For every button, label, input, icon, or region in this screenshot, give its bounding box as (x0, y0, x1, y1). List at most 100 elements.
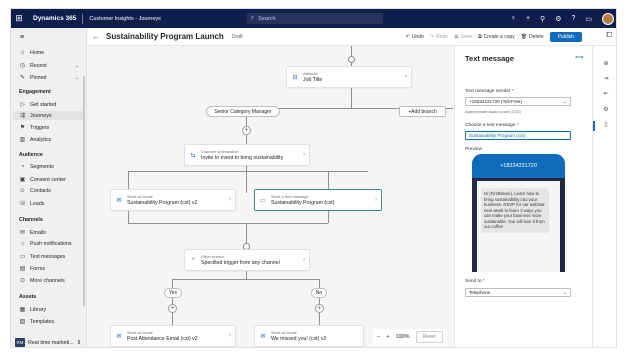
sender-label: Text message sender * (465, 89, 514, 94)
create-copy-button[interactable]: ⧉ Create a copy (478, 34, 515, 40)
mail-icon: ✉ (116, 197, 122, 204)
add-step-icon[interactable]: + (242, 126, 251, 135)
more-channels-icon: ⊙ (19, 278, 26, 284)
nav-item-triggers[interactable]: ⚑ Triggers (19, 124, 49, 132)
zoom-out-button[interactable]: − (377, 334, 380, 340)
delete-button[interactable]: 🗑 Delete (521, 34, 544, 40)
email-node[interactable]: ✉ Send an email Post Attendance Email (c… (110, 325, 236, 347)
chat-icon[interactable]: ▭ (585, 15, 592, 23)
nav-item-consent-center[interactable]: ▣ Consent center (19, 176, 66, 184)
mail-icon: ✉ (260, 333, 266, 340)
segments-icon: ◔ (20, 164, 25, 170)
help-icon[interactable]: ? (571, 15, 575, 22)
nav-label: Journeys (30, 112, 52, 119)
publish-button[interactable]: Publish (549, 32, 582, 42)
nav-item-more-channels[interactable]: ⊙ More channels (19, 277, 65, 285)
nav-item-pinned[interactable]: ✎ Pinned ⌄ (19, 74, 79, 82)
settings-icon[interactable]: ⚙ (593, 106, 616, 113)
chevron-down-icon[interactable]: ⌄ (75, 75, 79, 81)
filter-icon[interactable]: ⚲ (540, 15, 545, 23)
avatar[interactable] (602, 12, 614, 25)
entry-icon[interactable]: ⇥ (593, 75, 616, 82)
nav-item-leads[interactable]: ☏ Leads (19, 200, 45, 208)
nav-item-push-notifications[interactable]: ○ Push notifications (19, 241, 72, 247)
preview-label: Preview (465, 147, 483, 152)
brand-name[interactable]: Dynamics 365 (27, 15, 82, 22)
hamburger-icon[interactable]: ≡ (20, 34, 24, 41)
nav-item-library[interactable]: ▦ Library (19, 306, 47, 314)
save-button[interactable]: ▣ Save (454, 34, 472, 40)
panel-title: Text message (465, 54, 515, 63)
add-branch-button[interactable]: + Add branch (399, 106, 446, 117)
search-icon: ⌕ (251, 15, 255, 21)
message-lookup-field[interactable]: Sustainability Program (cxt) (465, 131, 571, 140)
nav-item-home[interactable]: ⌂ Home (19, 50, 44, 56)
no-pill[interactable]: No (311, 288, 327, 298)
back-arrow-icon[interactable]: ← (88, 32, 104, 41)
app-name[interactable]: Customer Insights - Journeys (83, 16, 161, 22)
nav-item-recent[interactable]: ◷ Recent ⌄ (19, 62, 79, 70)
add-step-icon[interactable]: + (315, 304, 324, 313)
email-node[interactable]: ✉ Send an email We missed you! (cxt) v2 (254, 325, 364, 347)
nav-item-forms[interactable]: ▤ Forms (19, 265, 46, 273)
exit-icon[interactable]: ⇤ (593, 90, 616, 97)
properties-icon[interactable]: ▯ (593, 121, 616, 128)
connector-line (172, 279, 319, 280)
chevron-down-icon[interactable]: ⌄ (75, 63, 79, 69)
search-placeholder: Search (258, 15, 276, 22)
collapse-icon[interactable]: ⊕ (593, 60, 616, 67)
node-label: Attribute (303, 71, 318, 76)
share-icon[interactable]: ⧠ (606, 32, 612, 40)
reset-button[interactable]: Reset (415, 331, 443, 343)
nav-scrollbar[interactable] (83, 76, 85, 306)
nav-item-segments[interactable]: ◔ Segments (19, 164, 54, 170)
nav-label: Contacts (30, 188, 51, 194)
other-branch-node[interactable]: ⑂ Other branch Specified trigger from an… (184, 249, 310, 271)
sms-icon: ▭ (19, 254, 26, 260)
node-label: Send an email (271, 330, 297, 335)
nav-label: Library (30, 306, 47, 313)
journey-icon: ⇶ (19, 113, 26, 119)
nav-item-emails[interactable]: ✉ Emails (19, 229, 46, 237)
attribute-node[interactable]: ⊟ Attribute Job Title › (286, 66, 412, 88)
yes-pill[interactable]: Yes (164, 288, 182, 298)
nav-label: Forms (30, 265, 46, 272)
journey-canvas[interactable]: + + + ⊟ Attribute Job Title › Senior Cat… (88, 46, 453, 347)
channel-optimization-node[interactable]: ⇆ Channel optimization Invite to event t… (184, 144, 310, 166)
save-label: Save (460, 34, 473, 40)
nav-item-get-started[interactable]: ▷ Get started (19, 101, 56, 109)
node-menu-icon[interactable]: › (303, 152, 305, 158)
nav-item-journeys[interactable]: ⇶ Journeys (19, 112, 52, 120)
right-rail: ⊕ ⇥ ⇤ ⚙ ▯ (592, 46, 616, 347)
expand-icon[interactable]: ⟺ (575, 54, 584, 61)
mail-icon: ✉ (116, 333, 122, 340)
email-node[interactable]: ✉ Send an email Sustainability Program (… (110, 189, 236, 211)
branch-pill[interactable]: Senior Category Manager (206, 106, 280, 117)
area-switcher[interactable]: RM Real time marketi... ⇕ (15, 338, 81, 347)
search-input[interactable]: ⌕ Search (247, 13, 383, 24)
node-menu-icon[interactable]: › (303, 257, 305, 263)
nav-label: Leads (30, 200, 45, 207)
lightbulb-icon[interactable]: ♀ (511, 15, 516, 22)
node-menu-icon[interactable]: › (405, 74, 407, 80)
app-launcher-icon[interactable]: ⊞ (11, 9, 27, 28)
node-menu-icon[interactable]: › (375, 197, 377, 203)
redo-button[interactable]: ↷ Redo (430, 34, 448, 40)
plus-icon[interactable]: + (526, 15, 530, 22)
nav-item-text-messages[interactable]: ▭ Text messages (19, 253, 66, 261)
send-to-dropdown[interactable]: Telephone ⌄ (465, 288, 571, 297)
nav-item-templates[interactable]: ▧ Templates (19, 318, 55, 326)
zoom-in-button[interactable]: + (386, 334, 389, 340)
sms-node[interactable]: ▭ Send a text message Sustainability Pro… (254, 189, 382, 211)
node-label: Send an email (127, 330, 153, 335)
nav-item-analytics[interactable]: ▥ Analytics (19, 136, 52, 144)
node-menu-icon[interactable]: › (229, 197, 231, 203)
screenshot-frame: ⊞ Dynamics 365 Customer Insights - Journ… (0, 0, 627, 356)
settings-icon[interactable]: ⚙ (555, 15, 561, 23)
add-step-icon[interactable]: + (168, 304, 177, 313)
node-menu-icon[interactable]: › (229, 333, 231, 339)
undo-button[interactable]: ↶ Undo (406, 34, 424, 40)
sender-dropdown[interactable]: +18334231720 (Toll-Free) ⌄ (465, 97, 571, 106)
nav-item-contacts[interactable]: ☺ Contacts (19, 188, 51, 194)
properties-panel: Text message ⟺ Text message sender * +18… (454, 46, 592, 347)
